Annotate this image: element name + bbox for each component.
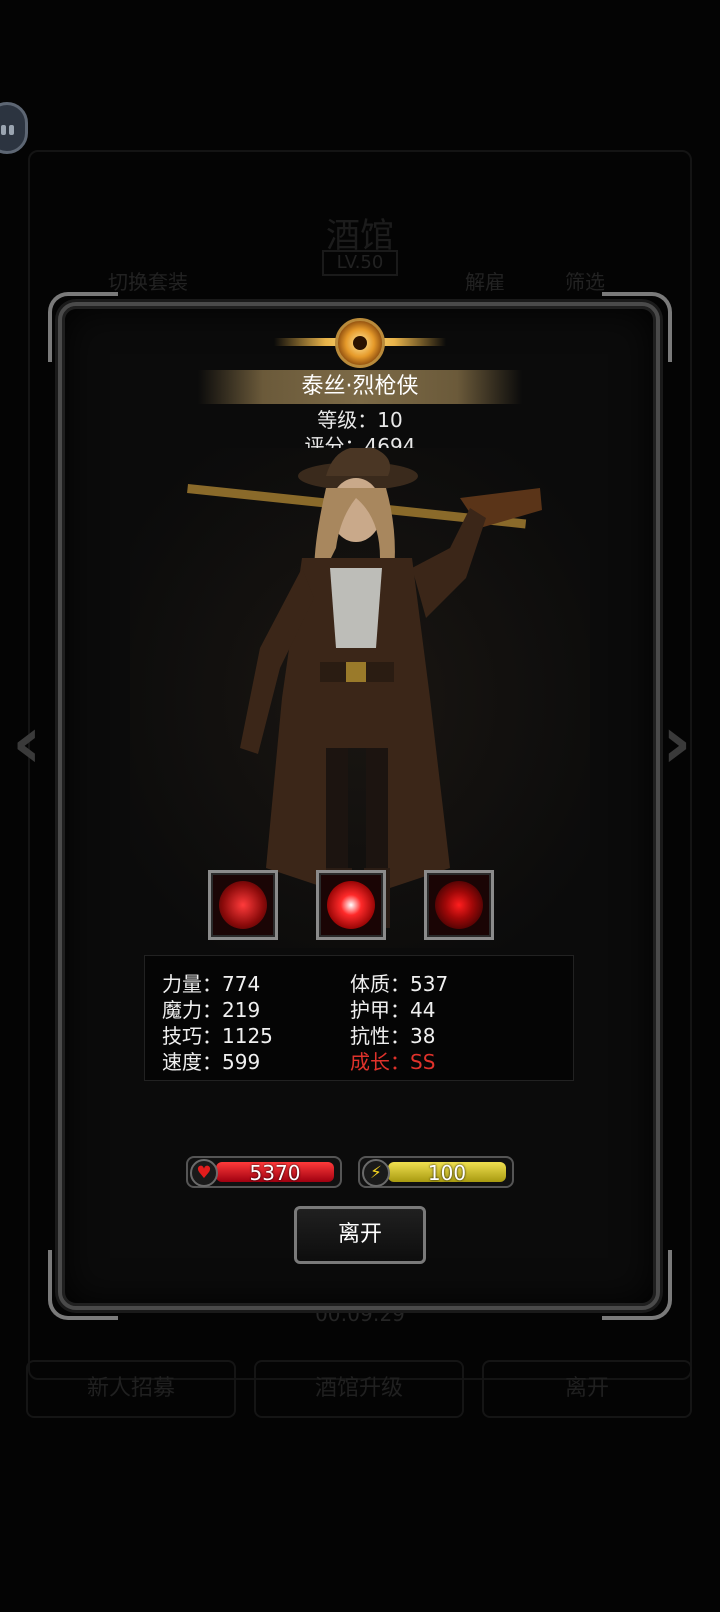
lightning-icon: ⚡ [362,1159,390,1187]
prev-hero-arrow[interactable]: ‹ [12,706,42,778]
stat-speed: 速度：599 [162,1050,261,1074]
bg-leave-button: 离开 [482,1360,692,1418]
tavern-level: LV.50 [322,250,398,276]
energy-value: 100 [427,1161,467,1185]
stat-armor: 护甲：44 [350,998,436,1022]
crest-emblem-icon [274,316,446,368]
back-icon-right [9,125,14,135]
stat-magic: 魔力：219 [162,998,261,1022]
hero-level: 等级：10 [317,408,403,432]
recruit-button: 新人招募 [26,1360,236,1418]
stat-strength: 力量：774 [162,972,261,996]
crosshair-skill-icon[interactable] [208,870,278,940]
heart-icon: ♥ [190,1159,218,1187]
stat-resistance: 抗性：38 [350,1024,436,1048]
stat-skill: 技巧：1125 [162,1024,273,1048]
energy-bar: ⚡ 100 [358,1156,514,1188]
frame-corner-ornament [602,1250,672,1320]
stat-growth: 成长：SS [350,1050,436,1074]
frame-corner-ornament [48,292,118,362]
frame-corner-ornament [602,292,672,362]
swirl-skill-icon[interactable] [316,870,386,940]
hp-bar: ♥ 5370 [186,1156,342,1188]
frame-corner-ornament [48,1250,118,1320]
upgrade-tavern-button: 酒馆升级 [254,1360,464,1418]
hero-name: 泰丝·烈枪侠 [301,374,419,399]
leave-button[interactable]: 离开 [294,1206,426,1264]
tab-dismiss: 解雇 [465,270,505,294]
target-skill-icon[interactable] [424,870,494,940]
hp-value: 5370 [249,1161,301,1185]
next-hero-arrow[interactable]: › [662,706,692,778]
back-icon-left [1,125,6,135]
stat-constitution: 体质：537 [350,972,449,996]
